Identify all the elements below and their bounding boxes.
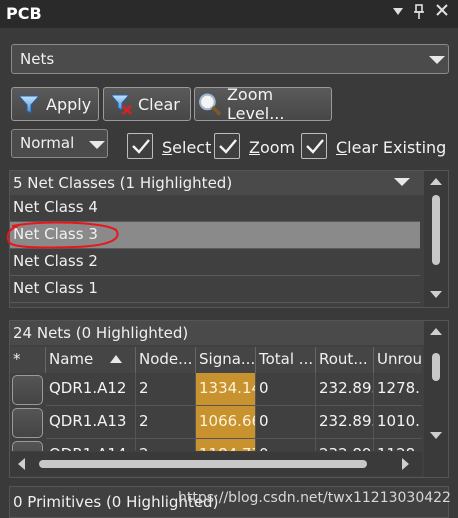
table-cell-total[interactable]: 0 [256, 439, 316, 451]
zoom-level-button[interactable]: Zoom Level... [194, 85, 332, 123]
chevron-down-icon [89, 141, 105, 149]
table-cell-signal[interactable]: 1334.14 [196, 373, 256, 406]
checkmark-icon [219, 139, 237, 154]
row-highlight-button[interactable] [12, 441, 43, 451]
close-icon[interactable] [434, 4, 450, 22]
nets-vertical-scrollbar[interactable] [424, 321, 448, 477]
scroll-left-icon[interactable] [18, 458, 25, 470]
annotation-circle [6, 221, 119, 249]
table-cell-unrouted[interactable]: 1010. [374, 406, 422, 439]
highlight-mode-select[interactable]: Normal [11, 129, 108, 158]
apply-button[interactable]: Apply [11, 87, 99, 121]
table-cell-total[interactable]: 0 [256, 406, 316, 439]
watermark: https://blog.csdn.net/twx11213030422 [178, 490, 451, 506]
column-header-routed[interactable]: Rout... [316, 347, 374, 373]
column-header-star[interactable]: * [10, 347, 46, 373]
select-label[interactable]: Select [162, 138, 211, 157]
list-item[interactable]: Net Class 1 [10, 276, 420, 303]
column-header-signal[interactable]: Signa... [196, 347, 256, 373]
magnifier-icon [199, 93, 221, 116]
apply-label: Apply [46, 94, 92, 114]
scroll-thumb[interactable] [432, 353, 440, 381]
panel-menu-dropdown-icon[interactable] [390, 4, 406, 22]
scroll-up-icon[interactable] [430, 328, 442, 335]
table-cell-total[interactable]: 0 [256, 373, 316, 406]
scroll-up-icon[interactable] [430, 178, 442, 185]
table-cell-name[interactable]: QDR1.A14 [46, 439, 136, 451]
checkmark-icon [306, 139, 324, 154]
scroll-down-icon[interactable] [430, 291, 442, 298]
table-cell-nodes[interactable]: 2 [136, 406, 196, 439]
clear-button[interactable]: Clear [103, 87, 191, 121]
table-cell-unrouted[interactable]: 1128. [374, 439, 422, 451]
column-header-total[interactable]: Total ... [256, 347, 316, 373]
net-classes-scrollbar[interactable] [424, 171, 448, 307]
column-header-nodes[interactable]: Node... [136, 347, 196, 373]
table-cell-signal[interactable]: 1066.66 [196, 406, 256, 439]
zoom-checkbox[interactable] [214, 133, 240, 159]
column-header-unrouted[interactable]: Unrou [374, 347, 422, 373]
mode-select[interactable]: Nets [11, 44, 449, 74]
zoom-level-label: Zoom Level... [226, 85, 285, 123]
table-cell-name[interactable]: QDR1.A13 [46, 406, 136, 439]
table-cell-unrouted[interactable]: 1278. [374, 373, 422, 406]
scroll-right-icon[interactable] [402, 458, 409, 470]
net-classes-header: 5 Net Classes (1 Highlighted) [10, 171, 448, 195]
scroll-thumb[interactable] [39, 460, 367, 468]
scroll-thumb[interactable] [432, 195, 440, 265]
scroll-down-icon[interactable] [430, 432, 442, 439]
pin-icon[interactable] [411, 4, 427, 22]
table-cell-routed[interactable]: 232.893 [316, 439, 374, 451]
list-item[interactable]: Net Class 2 [10, 249, 420, 276]
table-cell-nodes[interactable]: 2 [136, 373, 196, 406]
header-menu-icon[interactable] [394, 178, 410, 186]
panel-title: PCB [6, 4, 42, 23]
clear-existing-checkbox[interactable] [301, 133, 327, 159]
chevron-down-icon [429, 56, 445, 64]
table-cell-name[interactable]: QDR1.A12 [46, 373, 136, 406]
highlight-mode-value: Normal [20, 134, 75, 152]
table-cell-routed[interactable]: 232.893 [316, 373, 374, 406]
nets-horizontal-scrollbar[interactable] [10, 452, 422, 476]
row-highlight-button[interactable] [12, 375, 43, 405]
select-checkbox[interactable] [127, 133, 153, 159]
sort-ascending-icon [110, 355, 122, 363]
mode-select-value: Nets [20, 50, 55, 68]
panel-title-bar: PCB [0, 0, 458, 28]
clear-label: Clear [138, 94, 180, 114]
net-classes-count: 5 Net Classes (1 Highlighted) [13, 174, 233, 192]
table-cell-routed[interactable]: 232.893 [316, 406, 374, 439]
table-cell-nodes[interactable]: 2 [136, 439, 196, 451]
column-header-name[interactable]: Name [46, 347, 136, 373]
list-item[interactable]: Net Class 4 [10, 195, 420, 222]
table-cell-signal[interactable]: 1184.77 [196, 439, 256, 451]
checkmark-icon [132, 139, 150, 154]
filter-icon [18, 95, 40, 114]
clear-existing-label[interactable]: Clear Existing [336, 138, 446, 157]
clear-filter-icon [110, 94, 132, 115]
nets-count: 24 Nets (0 Highlighted) [13, 324, 189, 342]
nets-table-body: QDR1.A12 2 1334.14 0 232.893 1278. QDR1.… [10, 373, 422, 451]
zoom-label[interactable]: Zoom [249, 138, 295, 157]
nets-header: 24 Nets (0 Highlighted) [10, 321, 448, 345]
row-highlight-button[interactable] [12, 408, 43, 438]
